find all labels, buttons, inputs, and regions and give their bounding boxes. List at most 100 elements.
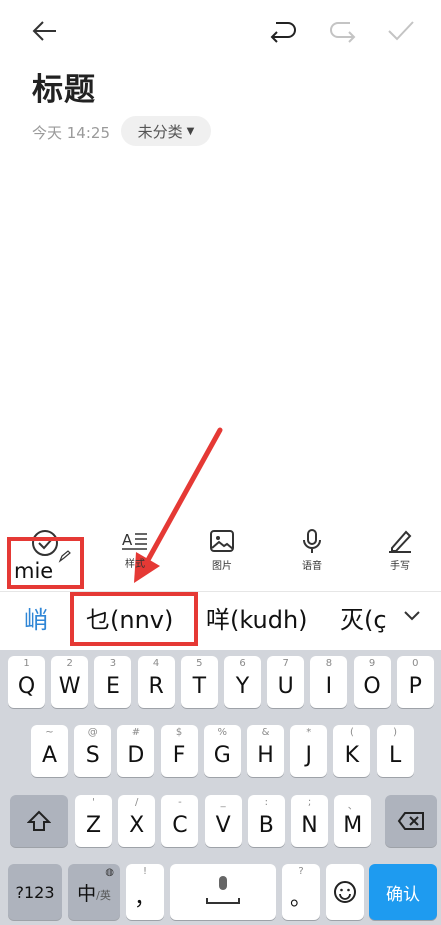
key-g[interactable]: % G: [203, 725, 241, 777]
key-w[interactable]: 2W: [51, 656, 89, 708]
key-z[interactable]: ' Z: [75, 795, 112, 847]
key-i[interactable]: 8I: [310, 656, 348, 708]
toolbar-voice-label: 语音: [302, 561, 322, 572]
key-y[interactable]: 6Y: [224, 656, 261, 708]
confirm-key[interactable]: 确认: [369, 864, 437, 920]
keyboard: 1Q2W3E4R5T6Y7U8I9O0P ~ A @ S # D $ F% G & H * J(K) L …: [0, 650, 441, 925]
shift-icon: [27, 810, 51, 832]
space-key[interactable]: [170, 864, 276, 920]
key-sup-label: 9: [368, 658, 376, 669]
key-sup-label: -: [178, 797, 182, 808]
key-label: M: [343, 812, 363, 838]
globe-icon: ◍: [105, 867, 114, 878]
key-a[interactable]: ~ A: [31, 725, 68, 777]
toolbar-handwriting[interactable]: 手写: [370, 528, 430, 572]
key-label: A: [41, 742, 58, 768]
key-sup-label: 0: [412, 658, 419, 669]
key-l[interactable]: ) L: [376, 725, 414, 777]
key-x[interactable]: / X: [118, 795, 156, 847]
key-j[interactable]: * J: [290, 725, 328, 777]
redo-icon[interactable]: [328, 18, 358, 44]
highlight-box-composing: [7, 537, 84, 589]
key-k[interactable]: (K: [333, 725, 371, 777]
key-f[interactable]: $ F: [160, 725, 198, 777]
period-key[interactable]: ? 。: [282, 864, 320, 920]
key-sup-label: %: [217, 727, 228, 738]
comma-sup: !: [142, 866, 147, 877]
key-m[interactable]: 、 M: [334, 795, 372, 847]
key-label: E: [105, 673, 120, 699]
backspace-key[interactable]: [385, 795, 437, 847]
key-sup-label: 1: [23, 658, 30, 669]
candidate-item[interactable]: 咩(kudh): [206, 600, 308, 635]
check-icon[interactable]: [386, 18, 416, 44]
key-label: Y: [235, 673, 250, 699]
caret-down-icon: ▼: [186, 125, 195, 137]
undo-icon[interactable]: [268, 18, 298, 44]
key-o[interactable]: 9O: [353, 656, 391, 708]
toolbar-style[interactable]: A 样式: [105, 528, 165, 570]
key-sup-label: 5: [196, 658, 203, 669]
note-title[interactable]: 标题: [32, 64, 96, 109]
toolbar-image[interactable]: 图片: [192, 528, 252, 572]
key-label: Q: [17, 673, 36, 699]
key-sup-label: 8: [325, 658, 333, 669]
key-e[interactable]: 3E: [94, 656, 132, 708]
key-sup-label: 7: [282, 658, 289, 669]
key-label: N: [301, 812, 318, 838]
toolbar-handwriting-label: 手写: [390, 561, 410, 572]
key-label: T: [192, 673, 207, 699]
key-q[interactable]: 1Q: [8, 656, 45, 708]
key-sup-label: _: [220, 797, 226, 808]
key-t[interactable]: 5T: [180, 656, 218, 708]
key-label: G: [213, 742, 231, 768]
key-s[interactable]: @ S: [74, 725, 112, 777]
back-icon[interactable]: [30, 16, 60, 46]
toolbar-voice[interactable]: 语音: [282, 528, 342, 572]
key-c[interactable]: -C: [161, 795, 199, 847]
key-label: R: [148, 673, 164, 699]
key-p[interactable]: 0P: [396, 656, 434, 708]
key-sup-label: 6: [239, 658, 246, 669]
key-label: D: [127, 742, 145, 768]
key-r[interactable]: 4R: [137, 656, 175, 708]
key-sup-label: *: [306, 727, 312, 738]
shift-key[interactable]: [10, 795, 68, 847]
key-d[interactable]: # D: [117, 725, 155, 777]
key-sup-label: @: [87, 727, 98, 738]
expand-candidates-icon[interactable]: [401, 604, 423, 626]
comma-key[interactable]: ! ，: [126, 864, 164, 920]
lang-sub: /英: [96, 889, 111, 902]
key-sup-label: ): [393, 727, 398, 738]
key-label: P: [408, 673, 422, 699]
category-dropdown[interactable]: 未分类 ▼: [121, 116, 211, 146]
key-sup-label: #: [131, 727, 141, 738]
key-label: X: [129, 812, 145, 838]
key-label: F: [172, 742, 186, 768]
key-label: O: [363, 673, 381, 699]
key-u[interactable]: 7U: [267, 656, 305, 708]
emoji-key[interactable]: [326, 864, 364, 920]
svg-text:A: A: [122, 531, 133, 549]
key-sup-label: ': [92, 797, 95, 808]
key-sup-label: $: [175, 727, 183, 738]
key-b[interactable]: :B: [247, 795, 285, 847]
language-switch-key[interactable]: ◍ 中 /英: [68, 864, 120, 920]
toolbar-style-label: 样式: [125, 559, 145, 570]
candidate-item[interactable]: 峭: [24, 600, 48, 635]
key-label: S: [85, 742, 100, 768]
key-sup-label: 4: [152, 658, 160, 669]
key-sup-label: &: [261, 727, 270, 738]
key-h[interactable]: & H: [247, 725, 284, 777]
key-label: K: [344, 742, 360, 768]
pen-icon: [386, 528, 414, 554]
note-date: 今天 14:25: [32, 124, 110, 142]
candidate-item[interactable]: 灭(ç: [340, 600, 386, 635]
key-n[interactable]: ; N: [291, 795, 328, 847]
key-sup-label: /: [135, 797, 139, 808]
period-label: 。: [289, 886, 312, 911]
key-sup-label: 3: [109, 658, 117, 669]
image-icon: [208, 528, 236, 554]
key-v[interactable]: _ V: [204, 795, 242, 847]
symbols-key[interactable]: ?123: [8, 864, 62, 920]
